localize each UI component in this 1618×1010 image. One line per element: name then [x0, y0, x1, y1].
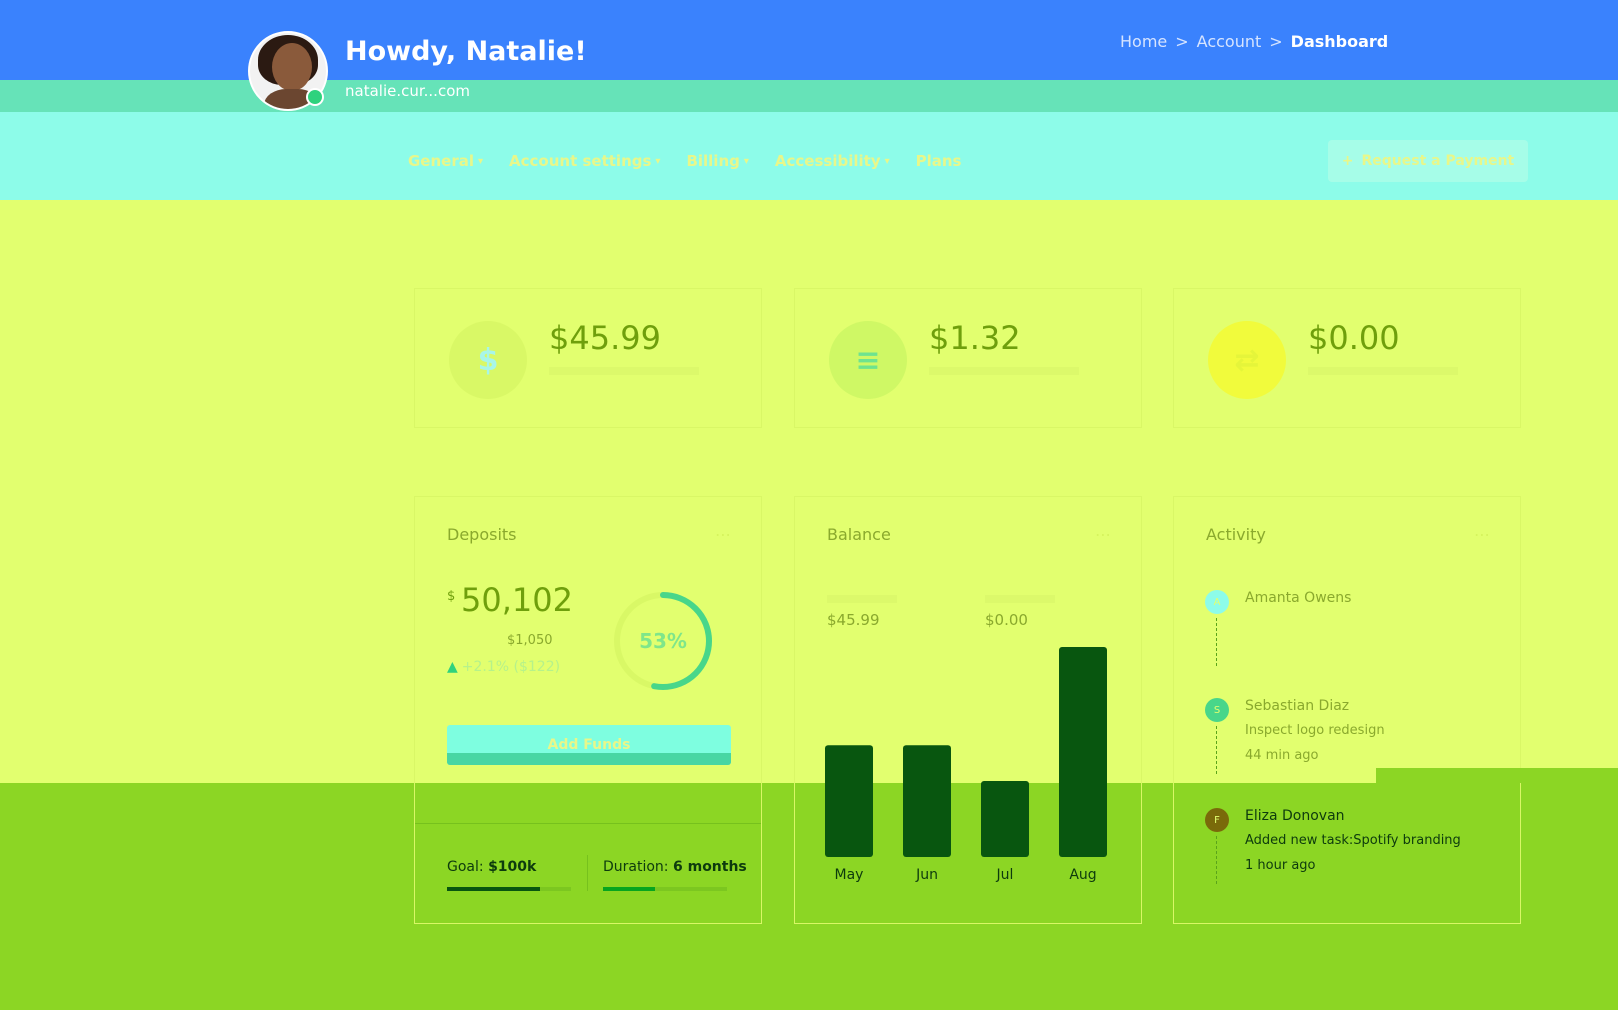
exchange-icon: ⇄: [1208, 321, 1286, 399]
request-payment-button[interactable]: + Request a Payment: [1328, 140, 1528, 182]
duration-progress-bar: [603, 887, 727, 891]
chart-tick-label: Jul: [996, 867, 1014, 883]
timeline-line: [1216, 836, 1217, 884]
goal-label: Goal:: [447, 859, 484, 875]
page-title: Howdy, Natalie!: [345, 36, 587, 67]
deposit-amount: 50,102: [461, 581, 573, 619]
chart-bar-jun: [903, 745, 951, 857]
chevron-down-icon: ▾: [884, 155, 890, 167]
duration-text: Duration: 6 months: [603, 859, 747, 875]
activity-avatar: A: [1205, 590, 1229, 614]
stat-card-transfers: ⇄ $0.00: [1173, 288, 1521, 428]
growth-text: +2.1% ($122): [461, 659, 561, 675]
activity-time: 1 hour ago: [1245, 858, 1316, 873]
duration-label: Duration:: [603, 859, 669, 875]
timeline-line: [1216, 618, 1217, 666]
more-options-icon[interactable]: ⋯: [1474, 525, 1490, 544]
duration-value: 6 months: [672, 859, 747, 875]
currency-symbol: $: [447, 589, 456, 604]
request-payment-label: Request a Payment: [1361, 153, 1515, 169]
chart-bar-aug: [1059, 647, 1107, 857]
duration-progress-fill: [603, 887, 656, 891]
breadcrumb: Home > Account > Dashboard: [1120, 32, 1388, 51]
nav-item-plans[interactable]: Plans: [916, 152, 962, 170]
stat-value: $0.00: [1308, 319, 1400, 357]
stat-caption: [1308, 367, 1458, 375]
breadcrumb-separator-icon: >: [1269, 32, 1283, 51]
chart-tick-label: May: [835, 867, 864, 883]
nav-item-label: General: [408, 152, 474, 170]
chevron-down-icon: ▾: [655, 155, 661, 167]
stat-card-balance: $ $45.99: [414, 288, 762, 428]
deposit-sub-amount: $1,050: [507, 633, 553, 648]
breadcrumb-dashboard: Dashboard: [1290, 32, 1389, 51]
goal-progress-fill: [447, 887, 540, 891]
divider: [587, 855, 588, 891]
balance-card: Balance ⋯ $45.99 $0.00 May Jun Jul Aug: [794, 496, 1142, 924]
stat-value: $45.99: [549, 319, 661, 357]
card-title: Activity: [1206, 525, 1266, 544]
goal-text: Goal: $100k: [447, 859, 536, 875]
arrow-up-icon: ▲: [447, 659, 458, 675]
chart-bar-jul: [981, 781, 1029, 857]
chart-tick-label: Jun: [915, 867, 938, 883]
ring-label: 53%: [639, 629, 687, 653]
nav-item-general[interactable]: General ▾: [408, 152, 483, 170]
avatar-face: [272, 43, 312, 91]
progress-ring: 53%: [614, 592, 712, 690]
activity-avatar: F: [1205, 808, 1229, 832]
goal-value: $100k: [488, 859, 537, 875]
add-funds-button[interactable]: Add Funds: [447, 725, 731, 765]
chevron-down-icon: ▾: [743, 155, 749, 167]
dollar-icon: $: [449, 321, 527, 399]
nav-item-label: Plans: [915, 152, 962, 170]
chart-tick-label: Aug: [1069, 867, 1096, 883]
more-options-icon[interactable]: ⋯: [715, 525, 731, 544]
header-strip: [0, 80, 1618, 112]
card-title: Deposits: [447, 525, 517, 544]
divider: [415, 823, 761, 824]
activity-description: Inspect logo redesign: [1245, 723, 1385, 738]
overlay-notch: [1376, 768, 1618, 783]
timeline-line: [1216, 726, 1217, 774]
balance-bar-chart: May Jun Jul Aug: [825, 647, 1107, 883]
nav-item-label: Billing: [686, 152, 740, 170]
chart-bar-may: [825, 745, 873, 857]
goal-progress-bar: [447, 887, 571, 891]
activity-name: Amanta Owens: [1245, 590, 1352, 606]
nav-item-billing[interactable]: Billing ▾: [686, 152, 748, 170]
chevron-down-icon: ▾: [478, 155, 484, 167]
activity-name: Sebastian Diaz: [1245, 698, 1350, 714]
button-shade: [447, 753, 731, 765]
deposit-growth: ▲ +2.1% ($122): [447, 659, 560, 675]
nav-item-account-settings[interactable]: Account settings ▾: [509, 152, 660, 170]
stat-card-coins: ≡ $1.32: [794, 288, 1142, 428]
nav-menu: General ▾ Account settings ▾ Billing ▾ Acce…: [408, 152, 962, 170]
deposits-card: Deposits ⋯ $ 50,102 $1,050 ▲ +2.1% ($122…: [414, 496, 762, 924]
add-funds-label: Add Funds: [547, 737, 631, 753]
plus-icon: +: [1341, 153, 1354, 169]
stat-caption: [549, 367, 699, 375]
nav-item-accessibility[interactable]: Accessibility ▾: [775, 152, 890, 170]
activity-name: Eliza Donovan: [1245, 808, 1345, 824]
nav-item-label: Account settings: [509, 152, 652, 170]
online-status-icon: [306, 88, 324, 106]
activity-time: 44 min ago: [1245, 748, 1319, 763]
stat-value: $1.32: [929, 319, 1021, 357]
nav-item-label: Accessibility: [774, 152, 881, 170]
breadcrumb-account[interactable]: Account: [1197, 32, 1262, 51]
breadcrumb-home[interactable]: Home: [1120, 32, 1167, 51]
activity-avatar: S: [1205, 698, 1229, 722]
breadcrumb-separator-icon: >: [1175, 32, 1189, 51]
coins-icon: ≡: [829, 321, 907, 399]
user-email: natalie.cur...com: [345, 82, 470, 100]
activity-description: Added new task:Spotify branding: [1245, 833, 1461, 848]
stat-caption: [929, 367, 1079, 375]
